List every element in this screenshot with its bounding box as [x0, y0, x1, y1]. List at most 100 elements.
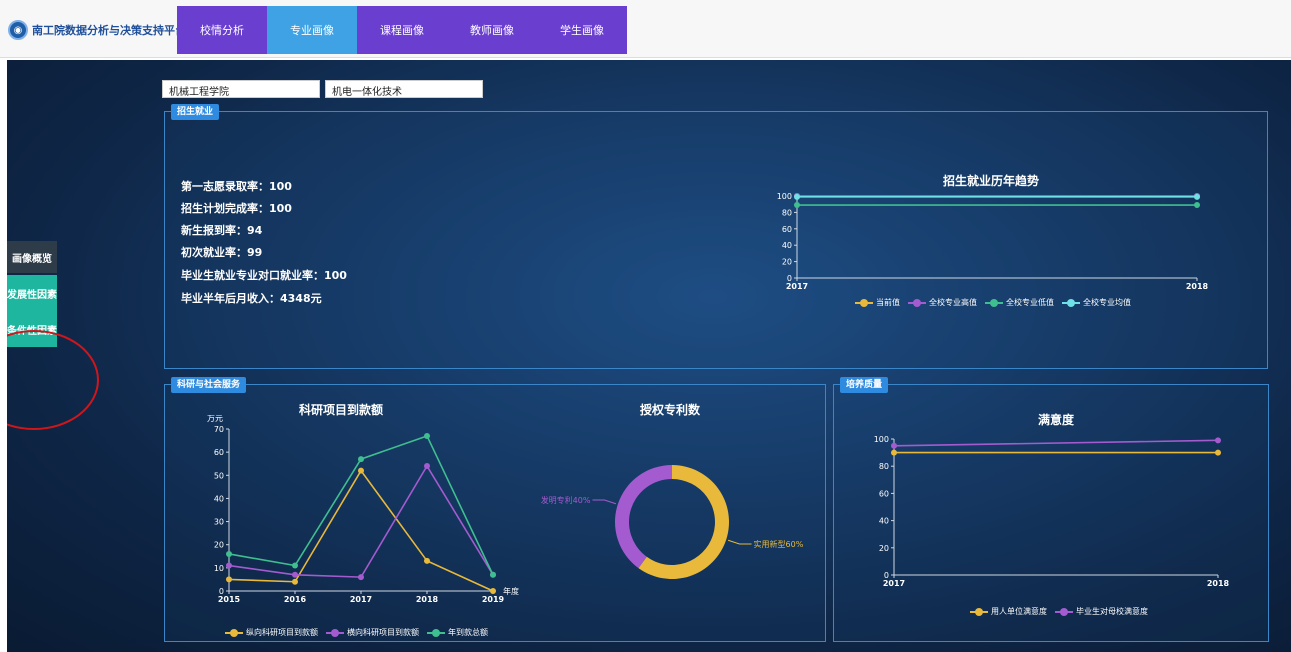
legend-label: 全校专业低值	[1006, 298, 1054, 307]
nav-tab-course-portrait[interactable]: 课程画像	[357, 6, 447, 54]
platform-logo[interactable]: ◉ 南工院数据分析与决策支持平台	[8, 18, 186, 42]
legend-marker-icon	[970, 607, 988, 616]
annotation-circle	[7, 330, 99, 430]
y-tick-label: 40	[782, 241, 792, 250]
series-line-1	[893, 439, 1219, 447]
legend-label: 用人单位满意度	[991, 607, 1047, 616]
enrollment-panel: 招生就业 第一志愿录取率：100 招生计划完成率：100 新生报到率：94 初次…	[164, 104, 1268, 369]
legend-marker-icon	[1062, 298, 1080, 307]
legend-label: 毕业生对母校满意度	[1076, 607, 1148, 616]
data-point[interactable]	[1194, 193, 1200, 200]
y-tick-label: 40	[879, 517, 889, 526]
data-point[interactable]	[292, 571, 298, 578]
nav-tab-campus-analysis[interactable]: 校情分析	[177, 6, 267, 54]
data-point[interactable]	[1215, 449, 1221, 456]
top-bar: ◉ 南工院数据分析与决策支持平台 校情分析 专业画像 课程画像 教师画像 学生画…	[0, 0, 1291, 58]
stat-monthly-income: 毕业半年后月收入：4348元	[181, 292, 322, 305]
legend-item[interactable]: 当前值	[855, 297, 900, 308]
x-tick-label: 2016	[284, 595, 307, 604]
data-point[interactable]	[490, 588, 496, 594]
y-tick-label: 100	[874, 435, 889, 444]
y-tick-label: 50	[214, 471, 224, 480]
stat-registration-rate: 新生报到率：94	[181, 224, 263, 237]
data-point[interactable]	[1215, 437, 1221, 444]
legend-item[interactable]: 纵向科研项目到款额	[225, 627, 318, 638]
research-panel: 科研与社会服务 科研项目到款额 0 10 20 30 40 50 60 70 2015 2016 2…	[164, 377, 826, 642]
y-tick-label: 40	[214, 494, 224, 503]
stat-employment-rate: 初次就业率：99	[181, 246, 263, 259]
data-point[interactable]	[891, 449, 897, 456]
y-tick-label: 20	[879, 544, 889, 553]
y-tick-label: 60	[782, 225, 792, 234]
donut-slice[interactable]	[615, 465, 672, 569]
slice-label: 发明专利40%	[541, 495, 591, 505]
enrollment-tag: 招生就业	[171, 104, 220, 120]
nav-tab-student-portrait[interactable]: 学生画像	[537, 6, 627, 54]
trend-legend: 当前值 全校专业高值 全校专业低值 全校专业均值	[855, 297, 1139, 308]
data-point[interactable]	[226, 576, 232, 583]
legend-marker-icon	[985, 298, 1003, 307]
data-point[interactable]	[424, 432, 430, 439]
slice-leader-line	[727, 539, 752, 545]
data-point[interactable]	[226, 550, 232, 557]
patent-chart-title: 授权专利数	[640, 403, 701, 417]
series-line-0	[228, 469, 494, 592]
data-point[interactable]	[358, 574, 364, 581]
data-point[interactable]	[424, 463, 430, 470]
x-tick-label: 2018	[1186, 282, 1209, 291]
legend-marker-icon	[326, 628, 344, 637]
satisfaction-legend: 用人单位满意度 毕业生对母校满意度	[970, 606, 1156, 617]
y-tick-label: 30	[214, 518, 224, 527]
legend-item[interactable]: 用人单位满意度	[970, 606, 1047, 617]
legend-item[interactable]: 全校专业高值	[908, 297, 977, 308]
side-item-overview[interactable]: 画像概览	[7, 241, 57, 273]
nav-tab-major-portrait[interactable]: 专业画像	[267, 6, 357, 54]
y-tick-label: 60	[879, 489, 889, 498]
legend-marker-icon	[908, 298, 926, 307]
y-tick-label: 10	[214, 564, 224, 573]
major-select[interactable]: 机电一体化技术	[325, 80, 483, 98]
slice-label: 实用新型60%	[754, 539, 804, 549]
legend-item[interactable]: 年到款总额	[427, 627, 488, 638]
x-tick-label: 2019	[482, 595, 505, 604]
y-tick-label: 80	[782, 208, 792, 217]
nav-tab-teacher-portrait[interactable]: 教师画像	[447, 6, 537, 54]
college-select[interactable]: 机械工程学院	[162, 80, 320, 98]
legend-item[interactable]: 横向科研项目到款额	[326, 627, 419, 638]
legend-marker-icon	[427, 628, 445, 637]
enrollment-trend-chart: 0204060801002017 2018	[777, 192, 1209, 291]
y-tick-label: 100	[777, 192, 792, 201]
data-point[interactable]	[292, 578, 298, 585]
side-item-development-factors[interactable]: 发展性因素	[7, 275, 57, 311]
data-point[interactable]	[226, 562, 232, 569]
data-point[interactable]	[490, 571, 496, 578]
data-point[interactable]	[891, 442, 897, 449]
data-point[interactable]	[1194, 202, 1200, 209]
legend-label: 横向科研项目到款额	[347, 628, 419, 637]
x-tick-label: 2015	[218, 595, 241, 604]
legend-item[interactable]: 全校专业均值	[1062, 297, 1131, 308]
data-point[interactable]	[794, 193, 800, 200]
legend-marker-icon	[855, 298, 873, 307]
legend-label: 全校专业均值	[1083, 298, 1131, 307]
x-tick-label: 2017	[883, 579, 905, 588]
legend-marker-icon	[1055, 607, 1073, 616]
y-tick-label: 20	[214, 541, 224, 550]
satisfaction-chart-title: 满意度	[1038, 413, 1075, 427]
school-seal-icon: ◉	[8, 20, 28, 40]
y-tick-label: 60	[214, 448, 224, 457]
data-point[interactable]	[292, 562, 298, 569]
data-point[interactable]	[358, 467, 364, 474]
trend-chart-title: 招生就业历年趋势	[943, 174, 1040, 188]
quality-tag: 培养质量	[840, 377, 889, 393]
data-point[interactable]	[794, 202, 800, 209]
dashboard-stage: 画像概览 发展性因素 条件性因素 机械工程学院 机电一体化技术 招生就业 第一志…	[7, 60, 1291, 652]
slice-leader-line	[592, 499, 617, 505]
data-point[interactable]	[424, 557, 430, 564]
data-point[interactable]	[358, 456, 364, 463]
legend-label: 全校专业高值	[929, 298, 977, 307]
legend-item[interactable]: 全校专业低值	[985, 297, 1054, 308]
y-tick-label: 70	[214, 425, 224, 434]
legend-item[interactable]: 毕业生对母校满意度	[1055, 606, 1148, 617]
x-tick-label: 2017	[786, 282, 808, 291]
